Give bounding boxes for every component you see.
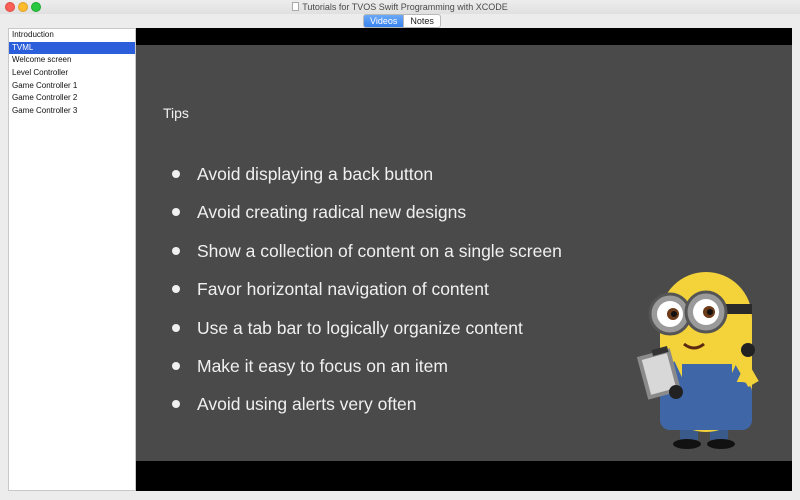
- title-bar[interactable]: Tutorials for TVOS Swift Programming wit…: [0, 0, 800, 14]
- window-title: Tutorials for TVOS Swift Programming wit…: [302, 2, 508, 12]
- sidebar-item-introduction[interactable]: Introduction: [9, 29, 135, 42]
- window-title-wrap: Tutorials for TVOS Swift Programming wit…: [0, 1, 800, 13]
- minion-illustration: [636, 272, 759, 449]
- tips-list: Avoid displaying a back button Avoid cre…: [170, 161, 562, 430]
- bullet-text: Avoid creating radical new designs: [197, 202, 467, 223]
- list-item: Make it easy to focus on an item: [170, 353, 562, 391]
- bullet-text: Make it easy to focus on an item: [197, 355, 448, 376]
- sidebar-item-game-controller-1[interactable]: Game Controller 1: [9, 80, 135, 93]
- bullet-text: Avoid displaying a back button: [197, 164, 434, 184]
- tab-notes[interactable]: Notes: [403, 15, 440, 27]
- bullet-icon: [172, 170, 180, 178]
- list-item: Avoid displaying a back button: [170, 161, 562, 199]
- bullet-text: Favor horizontal navigation of content: [197, 279, 489, 300]
- bullet-icon: [172, 208, 180, 217]
- bullet-text: Show a collection of content on a single…: [197, 240, 562, 261]
- sidebar-item-level-controller[interactable]: Level Controller: [9, 67, 135, 80]
- list-item: Avoid creating radical new designs: [170, 199, 562, 237]
- letterbox-bottom: [136, 461, 792, 491]
- bullet-text: Avoid using alerts very often: [197, 394, 417, 415]
- sidebar-item-tvml[interactable]: TVML: [9, 41, 135, 55]
- bullet-text: Use a tab bar to logically organize cont…: [197, 317, 523, 338]
- bullet-icon: [172, 246, 180, 255]
- tab-videos[interactable]: Videos: [364, 15, 404, 27]
- view-segmented-control: Videos Notes: [363, 14, 441, 28]
- bullet-icon: [172, 323, 180, 332]
- list-item: Avoid using alerts very often: [170, 391, 562, 429]
- document-icon: [292, 2, 300, 11]
- sidebar-item-welcome-screen[interactable]: Welcome screen: [9, 54, 135, 67]
- list-item: Favor horizontal navigation of content: [170, 276, 562, 314]
- video-player[interactable]: Tips Avoid displaying a back button Avoi…: [136, 28, 792, 491]
- list-item: Use a tab bar to logically organize cont…: [170, 315, 562, 353]
- sidebar-item-game-controller-2[interactable]: Game Controller 2: [9, 92, 135, 105]
- app-window: Tutorials for TVOS Swift Programming wit…: [0, 0, 800, 500]
- chapter-sidebar[interactable]: Introduction TVML Welcome screen Level C…: [8, 28, 136, 491]
- bullet-icon: [172, 361, 180, 370]
- sidebar-item-game-controller-3[interactable]: Game Controller 3: [9, 105, 135, 118]
- slide-title: Tips: [163, 105, 189, 121]
- list-item: Show a collection of content on a single…: [170, 238, 562, 276]
- slide-frame: Tips Avoid displaying a back button Avoi…: [136, 45, 792, 461]
- bullet-icon: [172, 285, 180, 294]
- bullet-icon: [172, 400, 180, 409]
